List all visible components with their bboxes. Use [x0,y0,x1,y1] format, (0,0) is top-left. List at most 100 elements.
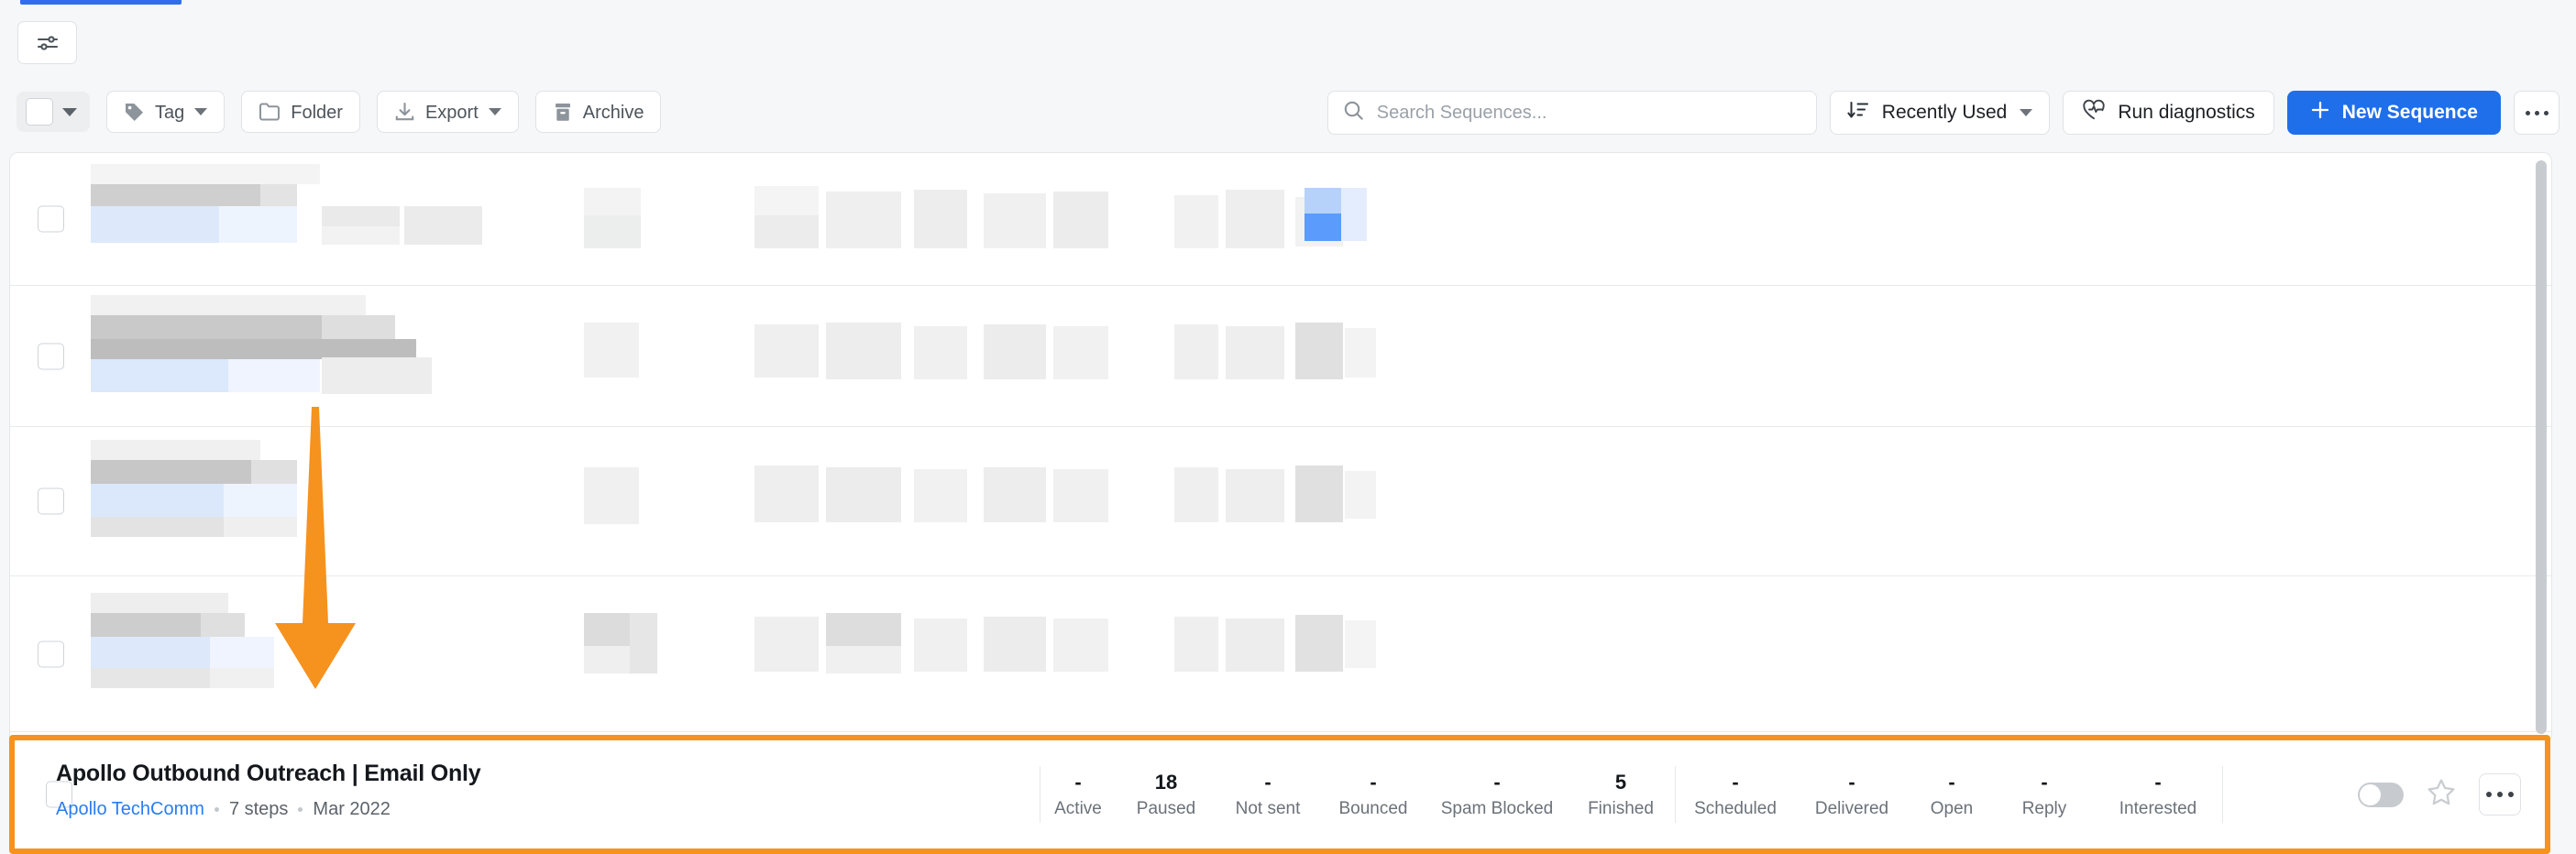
redacted-block [228,359,320,392]
redacted-block [1226,469,1284,522]
redacted-toggle[interactable] [1295,615,1343,672]
tag-button[interactable]: Tag [106,91,226,133]
row-overflow-button[interactable] [2479,773,2521,816]
row-checkbox[interactable] [38,343,64,369]
redacted-block [1226,619,1284,672]
stat-value: - [1732,771,1739,794]
redacted-block [584,323,639,378]
sequence-enable-toggle[interactable] [2358,782,2404,807]
stat-label: Open [1930,799,1974,819]
search-input[interactable] [1374,101,1764,125]
search-icon [1343,100,1364,126]
stat-value: - [2154,771,2162,794]
chevron-down-icon[interactable] [194,108,208,115]
redacted-block [219,206,297,243]
export-button[interactable]: Export [376,91,519,133]
table-row[interactable] [10,153,2551,286]
redacted-block [91,637,210,668]
new-sequence-button[interactable]: New Sequence [2286,91,2501,135]
redacted-block [91,517,224,537]
toolbar-right-group: Recently Used Run diagnostics New Sequen… [1327,91,2559,135]
redacted-block [630,613,657,673]
star-icon[interactable] [2426,777,2457,813]
redacted-block [210,637,274,668]
redacted-block [91,164,320,184]
redacted-block [251,460,297,484]
redacted-block [91,440,260,460]
redacted-block [1345,471,1376,519]
stat-interested: - Interested [2094,770,2222,819]
list-scrollbar-thumb[interactable] [2536,160,2547,734]
table-row[interactable] [10,576,2551,732]
redacted-toggle[interactable] [1295,323,1343,379]
redacted-block [584,188,641,215]
stat-label: Scheduled [1694,799,1777,819]
redacted-block [754,215,819,248]
redacted-block [914,190,967,248]
stat-label: Paused [1136,799,1196,819]
redacted-block [984,193,1046,248]
new-sequence-label: New Sequence [2341,102,2478,123]
tag-icon [124,102,145,123]
table-row[interactable] [10,427,2551,576]
redacted-block [826,192,901,248]
chevron-down-icon[interactable] [62,107,77,116]
table-row[interactable] [10,286,2551,427]
redacted-block [91,206,219,243]
chevron-down-icon[interactable] [488,108,501,115]
heartbeat-icon [2082,99,2106,126]
stat-value: - [1370,771,1377,794]
redacted-block [914,469,967,522]
stat-label: Delivered [1814,799,1889,819]
stat-active: - Active [1040,770,1116,819]
redacted-block [1341,188,1367,241]
sort-dropdown[interactable]: Recently Used [1829,91,2051,135]
redacted-block [91,184,260,206]
redacted-toggle[interactable] [1305,214,1341,241]
redacted-block [224,484,297,517]
sequences-page: Tag Folder Export Archive Search Sequenc… [0,0,2576,854]
stat-label: Interested [2119,799,2197,819]
select-all-group[interactable] [17,92,90,132]
row-checkbox[interactable] [38,640,64,667]
sliders-icon [36,33,60,53]
stat-value: - [1948,771,1955,794]
redacted-block [91,339,416,359]
stat-label: Active [1054,799,1102,819]
kebab-dot [2525,110,2530,115]
redacted-block [914,326,967,379]
redacted-block [1174,617,1218,672]
redacted-block [224,517,297,537]
redacted-block [91,460,251,484]
stat-label: Not sent [1235,799,1301,819]
filters-button[interactable] [17,21,77,64]
search-sequences-field[interactable] [1327,91,1817,135]
toolbar-overflow-button[interactable] [2514,91,2559,135]
stat-paused: 18 Paused [1116,770,1216,819]
kebab-dot [2497,792,2503,797]
stat-scheduled: - Scheduled [1676,770,1795,819]
archive-icon [553,102,573,123]
redacted-block [1174,195,1218,248]
redacted-block [984,324,1046,379]
folder-icon [259,102,281,122]
highlighted-sequence-row[interactable]: Apollo Outbound Outreach | Email Only Ap… [9,735,2550,854]
chevron-down-icon[interactable] [2020,109,2033,116]
stat-label: Finished [1588,799,1654,819]
meta-separator-dot [298,807,303,812]
redacted-block [322,357,432,394]
archive-button[interactable]: Archive [534,91,662,133]
redacted-toggle[interactable] [1295,465,1343,522]
redacted-block [91,668,210,688]
stat-open: - Open [1909,770,1995,819]
redacted-block [201,613,245,637]
select-all-checkbox[interactable] [26,98,53,126]
download-icon [394,102,415,123]
sequence-stats: - Active 18 Paused - Not sent - Bounced … [1040,740,2223,849]
row-checkbox[interactable] [38,205,64,233]
folder-button[interactable]: Folder [241,91,360,133]
redacted-block [1226,190,1284,248]
redacted-block [1174,324,1218,379]
row-checkbox[interactable] [38,487,64,515]
run-diagnostics-button[interactable]: Run diagnostics [2063,91,2274,135]
